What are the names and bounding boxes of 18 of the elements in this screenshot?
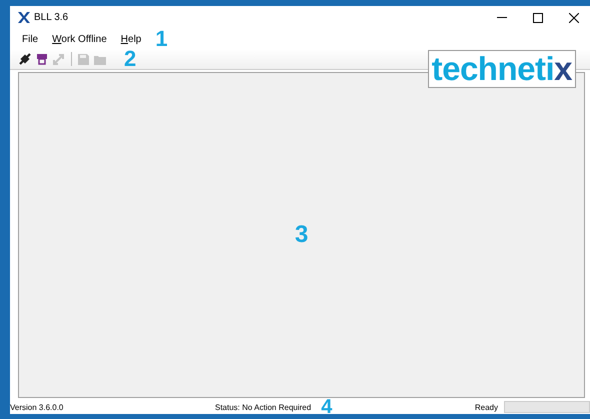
callout-number: 1 xyxy=(155,28,168,50)
plug-icon[interactable] xyxy=(18,52,32,66)
window-title: BLL 3.6 xyxy=(34,12,70,23)
minimize-icon[interactable] xyxy=(497,16,507,18)
callout-number: 2 xyxy=(124,48,136,70)
app-logo-icon xyxy=(18,12,30,23)
callout-number: 3 xyxy=(294,223,308,247)
close-icon[interactable] xyxy=(569,12,579,22)
maximize-icon[interactable] xyxy=(533,12,543,22)
version-text: Version 3.6.0.0 xyxy=(10,402,64,412)
device-icon[interactable] xyxy=(35,52,49,66)
menu-item[interactable]: File xyxy=(22,34,38,44)
company-logo: technetix xyxy=(428,50,576,88)
callout-number: 4 xyxy=(321,397,332,417)
ready-text: Ready xyxy=(474,402,498,412)
status-text: Status: No Action Required xyxy=(215,402,312,412)
menu-item[interactable]: Help xyxy=(120,34,142,44)
menu-item[interactable]: Work Offline xyxy=(52,34,107,44)
